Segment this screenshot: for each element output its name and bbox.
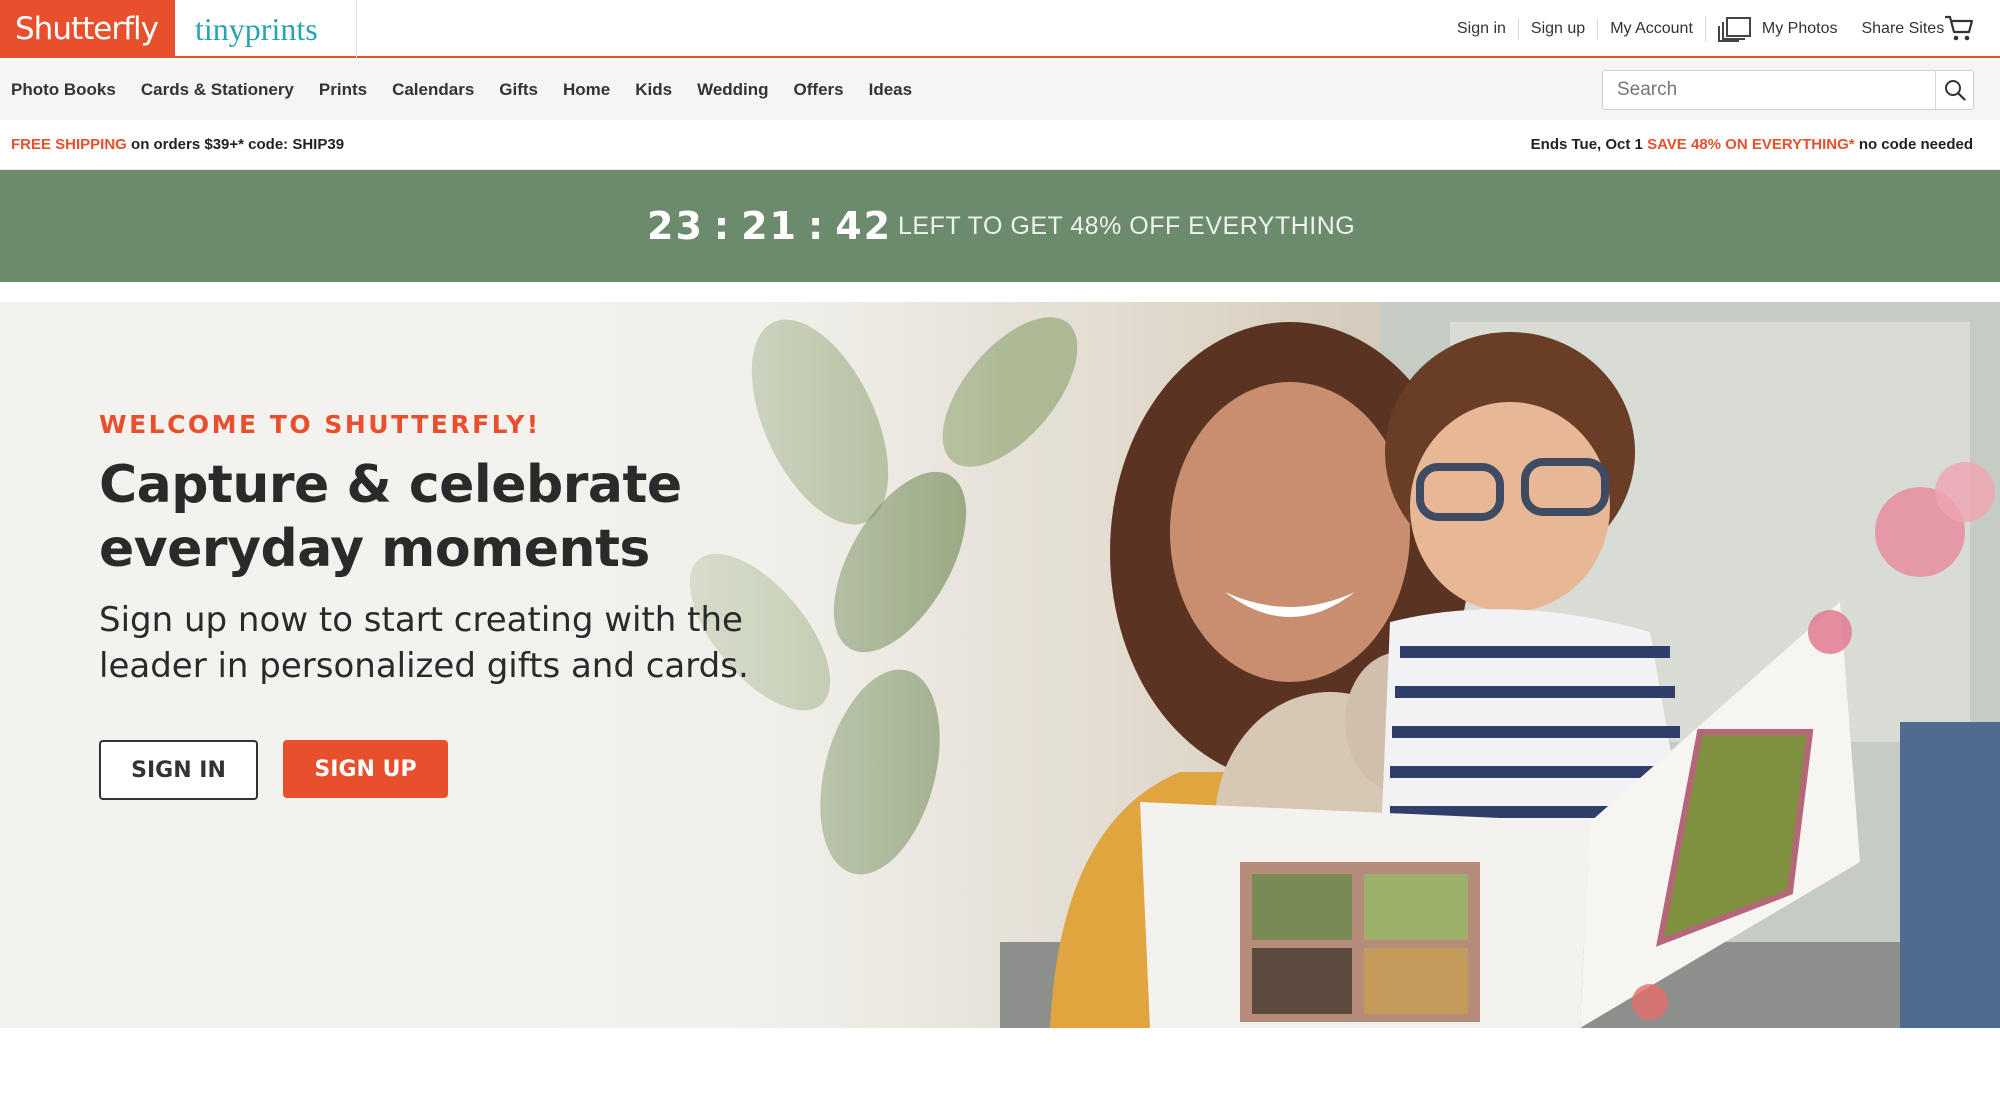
sign-in-link[interactable]: Sign in (1445, 18, 1518, 40)
hero-headline-line1: Capture & celebrate (99, 455, 682, 515)
sale-highlight: SAVE 48% ON EVERYTHING* (1647, 136, 1855, 153)
hero-headline: Capture & celebrate everyday moments (99, 453, 859, 581)
hero-subhead-line2: leader in personalized gifts and cards. (99, 646, 749, 686)
category-menu: Photo Books Cards & Stationery Prints Ca… (11, 60, 937, 120)
search-icon (1944, 80, 1966, 101)
nav-prints[interactable]: Prints (319, 80, 367, 100)
countdown-minutes: 21 (741, 204, 798, 248)
sign-up-link[interactable]: Sign up (1517, 18, 1597, 40)
free-shipping-details: on orders $39+* code: SHIP39 (131, 136, 345, 153)
nav-ideas[interactable]: Ideas (869, 80, 912, 100)
hero-sign-in-button[interactable]: SIGN IN (99, 740, 258, 800)
countdown-banner[interactable]: 23 : 21 : 42 LEFT TO GET 48% OFF EVERYTH… (0, 170, 2000, 282)
my-photos-label: My Photos (1761, 20, 1838, 37)
my-account-link[interactable]: My Account (1597, 18, 1705, 40)
hero-copy: WELCOME TO SHUTTERFLY! Capture & celebra… (99, 410, 859, 689)
search-bar (1602, 70, 1974, 110)
sale-details: no code needed (1858, 136, 1973, 153)
share-sites-link[interactable]: Share Sites (1849, 20, 1956, 38)
my-photos-link[interactable]: My Photos (1704, 16, 1850, 42)
nav-gifts[interactable]: Gifts (499, 80, 538, 100)
countdown-seconds: 42 (835, 204, 893, 248)
countdown-message: LEFT TO GET 48% OFF EVERYTHING (898, 212, 1356, 240)
top-bar: Shutterfly tinyprints Sign in Sign up My… (0, 0, 2000, 58)
countdown-separator: : (807, 204, 826, 248)
shutterfly-logo[interactable]: Shutterfly (0, 0, 175, 58)
hero-cta-row: SIGN IN SIGN UP (99, 740, 448, 800)
nav-photo-books[interactable]: Photo Books (11, 80, 116, 100)
free-shipping-highlight: FREE SHIPPING (11, 136, 127, 153)
countdown-hours: 23 (647, 204, 704, 248)
photos-stack-icon (1717, 17, 1751, 42)
free-shipping-promo[interactable]: FREE SHIPPING on orders $39+* code: SHIP… (11, 120, 344, 170)
hero-subhead-line1: Sign up now to start creating with the (99, 600, 743, 640)
nav-offers[interactable]: Offers (794, 80, 844, 100)
countdown-separator: : (713, 204, 732, 248)
nav-wedding[interactable]: Wedding (697, 80, 768, 100)
sale-end-date: Ends Tue, Oct 1 (1530, 136, 1643, 153)
promo-strip: FREE SHIPPING on orders $39+* code: SHIP… (0, 120, 2000, 170)
hero-subhead: Sign up now to start creating with the l… (99, 597, 859, 689)
search-button[interactable] (1935, 71, 1973, 109)
sale-promo[interactable]: Ends Tue, Oct 1 SAVE 48% ON EVERYTHING* … (1531, 120, 1973, 170)
nav-home[interactable]: Home (563, 80, 610, 100)
nav-cards-stationery[interactable]: Cards & Stationery (141, 80, 294, 100)
cart-icon[interactable] (1944, 14, 1974, 42)
hero-headline-line2: everyday moments (99, 519, 650, 579)
tinyprints-logo[interactable]: tinyprints (175, 0, 357, 58)
hero-sign-up-button[interactable]: SIGN UP (283, 740, 448, 798)
hero-eyebrow: WELCOME TO SHUTTERFLY! (99, 410, 541, 439)
nav-kids[interactable]: Kids (635, 80, 672, 100)
countdown-timer: 23 : 21 : 42 (647, 170, 892, 282)
utility-nav: Sign in Sign up My Account My Photos Sha… (1445, 0, 1956, 58)
search-input[interactable] (1603, 71, 1938, 109)
nav-calendars[interactable]: Calendars (392, 80, 474, 100)
hero-banner: WELCOME TO SHUTTERFLY! Capture & celebra… (0, 302, 2000, 1028)
